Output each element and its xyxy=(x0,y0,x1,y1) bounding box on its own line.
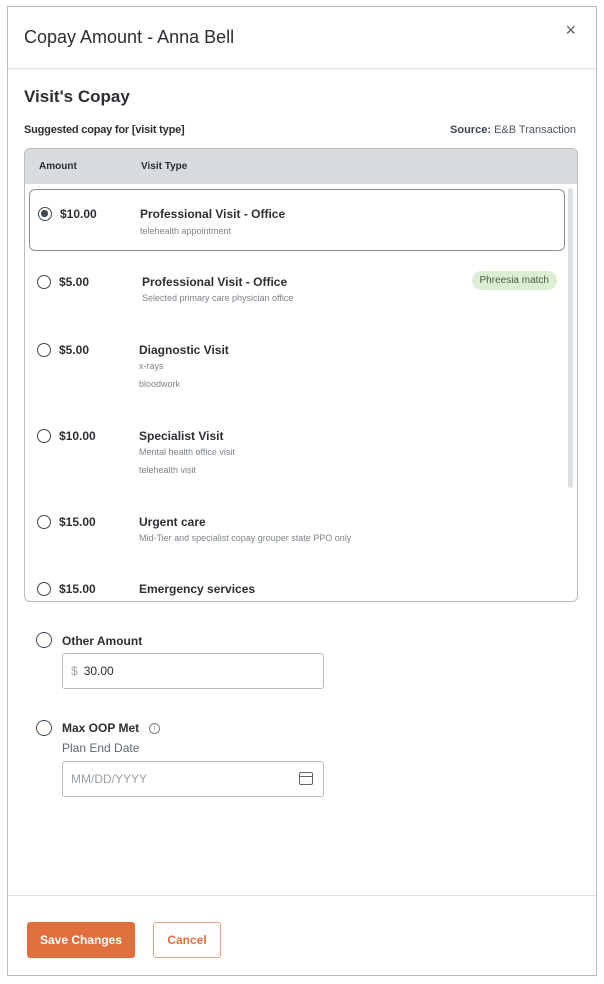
other-amount-radio[interactable] xyxy=(36,632,52,648)
row-amount: $5.00 xyxy=(59,275,90,289)
radio[interactable] xyxy=(37,515,51,529)
currency-prefix: $ xyxy=(71,664,78,678)
row-visit-type: Diagnostic Visit xyxy=(139,343,229,357)
calendar-icon[interactable] xyxy=(299,772,313,785)
table-row[interactable]: $5.00 Professional Visit - Office Select… xyxy=(29,266,565,316)
table-row[interactable]: $5.00 Diagnostic Visit x-rays bloodwork xyxy=(29,334,565,404)
row-visit-type: Emergency services xyxy=(139,582,256,596)
plan-end-date-input[interactable]: MM/DD/YYYY xyxy=(62,761,324,797)
source-value: E&B Transaction xyxy=(494,124,576,136)
table-header: Amount Visit Type xyxy=(25,149,577,184)
row-visit-type: Professional Visit - Office xyxy=(140,207,286,221)
source-key: Source: xyxy=(450,124,491,136)
other-amount-input[interactable]: $ 30.00 xyxy=(62,653,324,689)
date-placeholder: MM/DD/YYYY xyxy=(71,772,148,786)
plan-end-date-label: Plan End Date xyxy=(62,741,140,755)
row-amount: $10.00 xyxy=(60,207,97,221)
row-detail: bloodwork xyxy=(139,379,181,389)
row-amount: $15.00 xyxy=(59,515,96,529)
row-amount: $15.00 xyxy=(59,582,96,596)
max-oop-label: Max OOP Met xyxy=(62,721,140,735)
info-icon[interactable]: i xyxy=(149,723,160,734)
table-row[interactable]: $15.00 Emergency services Mid-Tier and s… xyxy=(29,573,565,601)
table-row[interactable]: $10.00 Specialist Visit Mental health of… xyxy=(29,420,565,490)
radio[interactable] xyxy=(37,343,51,357)
modal-footer: Save Changes Cancel xyxy=(8,895,596,977)
section-title: Visit's Copay xyxy=(24,87,130,106)
modal-title: Copay Amount - Anna Bell xyxy=(24,27,235,47)
row-detail: Mental health office visit xyxy=(139,447,235,457)
source-label: Source: E&B Transaction xyxy=(450,124,576,136)
row-detail: telehealth visit xyxy=(139,465,197,475)
radio[interactable] xyxy=(37,429,51,443)
row-visit-type: Specialist Visit xyxy=(139,429,224,443)
cancel-button[interactable]: Cancel xyxy=(153,922,221,958)
modal-header: Copay Amount - Anna Bell × xyxy=(8,7,596,69)
copay-modal: Copay Amount - Anna Bell × Visit's Copay… xyxy=(7,6,597,976)
other-amount-label: Other Amount xyxy=(62,634,143,648)
row-detail: Mid-Tier and specialist copay grouper st… xyxy=(139,597,351,601)
row-visit-type: Urgent care xyxy=(139,515,206,529)
radio[interactable] xyxy=(37,582,51,596)
column-header-visit-type: Visit Type xyxy=(141,161,188,172)
table-scrollbar[interactable] xyxy=(568,188,573,488)
row-detail: x-rays xyxy=(139,361,164,371)
row-detail: Mid-Tier and specialist copay grouper st… xyxy=(139,533,352,543)
max-oop-radio[interactable] xyxy=(36,720,52,736)
row-detail: Selected primary care physician office xyxy=(142,293,294,303)
close-icon[interactable]: × xyxy=(565,20,576,41)
row-amount: $5.00 xyxy=(59,343,90,357)
table-row[interactable]: $15.00 Urgent care Mid-Tier and speciali… xyxy=(29,506,565,556)
table-body[interactable]: $10.00 Professional Visit - Office teleh… xyxy=(25,184,577,601)
column-header-amount: Amount xyxy=(39,161,77,172)
row-amount: $10.00 xyxy=(59,429,96,443)
radio[interactable] xyxy=(37,275,51,289)
phreesia-match-badge: Phreesia match xyxy=(471,271,557,290)
copay-table: Amount Visit Type $10.00 Professional Vi… xyxy=(24,148,578,602)
other-amount-value: 30.00 xyxy=(83,664,114,678)
table-row[interactable]: $10.00 Professional Visit - Office teleh… xyxy=(29,189,565,251)
row-visit-type: Professional Visit - Office xyxy=(142,275,288,289)
save-changes-button[interactable]: Save Changes xyxy=(27,922,135,958)
radio-selected[interactable] xyxy=(38,207,52,221)
row-detail: telehealth appointment xyxy=(140,226,232,236)
suggested-copay-label: Suggested copay for [visit type] xyxy=(24,124,185,136)
